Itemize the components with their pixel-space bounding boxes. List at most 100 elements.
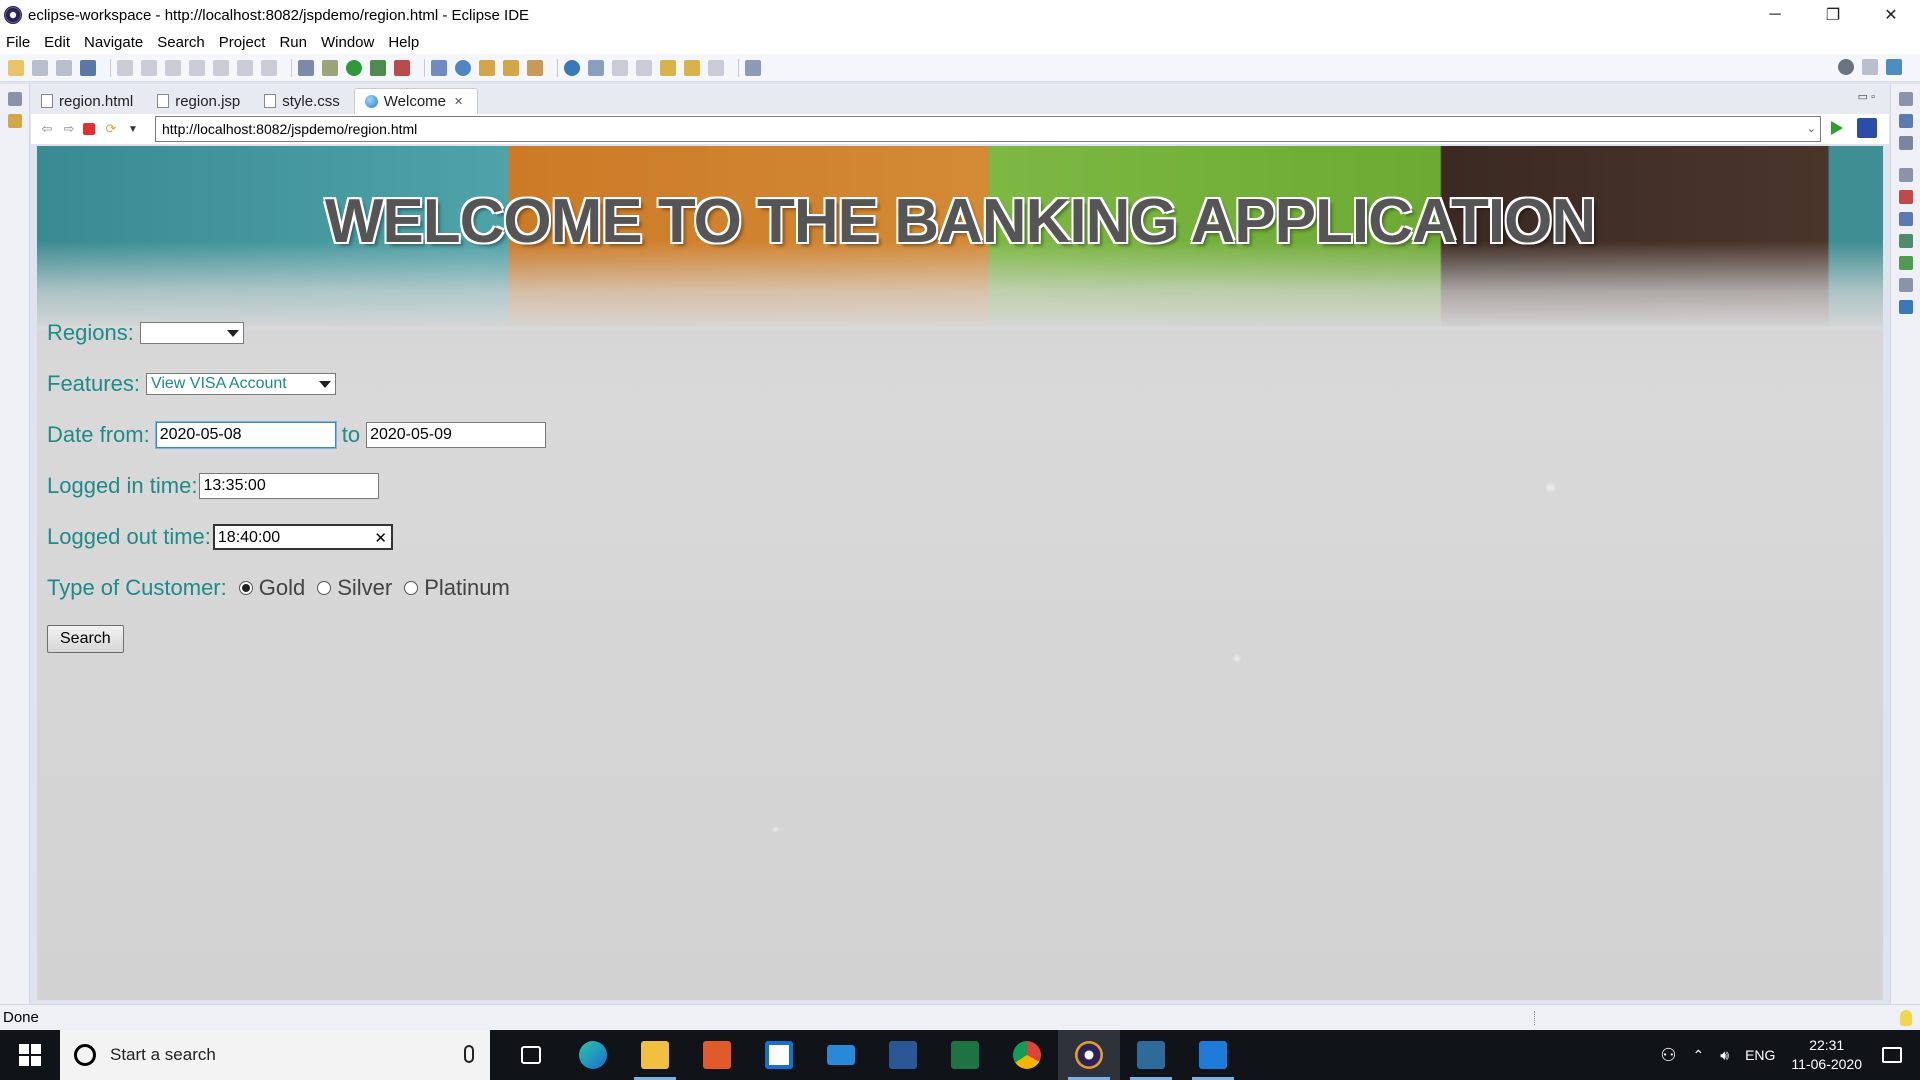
taskbar-search[interactable]: Start a search xyxy=(60,1030,490,1080)
save-icon[interactable] xyxy=(32,59,48,76)
web-browser-icon[interactable] xyxy=(564,59,580,76)
regions-select[interactable] xyxy=(139,322,244,344)
office-button[interactable] xyxy=(686,1030,748,1080)
menu-edit[interactable]: Edit xyxy=(44,34,70,51)
tab-close-icon[interactable]: ✕ xyxy=(454,95,463,108)
project-explorer-icon[interactable] xyxy=(7,114,22,128)
open-resource-icon[interactable] xyxy=(527,59,543,76)
language-indicator[interactable]: ENG xyxy=(1745,1047,1775,1063)
forward-icon[interactable] xyxy=(708,59,724,76)
step-into-icon[interactable] xyxy=(237,59,253,76)
logged-out-time-input[interactable]: 18:40:00 ✕ xyxy=(212,524,393,550)
chrome-button[interactable] xyxy=(996,1030,1058,1080)
minimize-maximize-icon[interactable]: ▭ ▫ xyxy=(1858,90,1875,103)
edge-button[interactable] xyxy=(562,1030,624,1080)
back-icon[interactable] xyxy=(684,59,700,76)
menu-project[interactable]: Project xyxy=(219,34,266,51)
debug-icon[interactable] xyxy=(322,59,338,76)
external-tools-icon[interactable] xyxy=(394,59,410,76)
menu-navigate[interactable]: Navigate xyxy=(84,34,143,51)
menu-run[interactable]: Run xyxy=(279,34,307,51)
tab-welcome[interactable]: Welcome ✕ xyxy=(353,88,479,114)
menu-file[interactable]: File xyxy=(6,34,30,51)
task-list-icon[interactable] xyxy=(1898,136,1913,150)
tab-region-jsp[interactable]: region.jsp xyxy=(147,88,254,114)
forward-arrow-icon[interactable]: ⇨ xyxy=(61,121,77,137)
tab-region-html[interactable]: region.html xyxy=(31,88,147,114)
microphone-icon[interactable] xyxy=(464,1045,474,1063)
save-all-icon[interactable] xyxy=(56,59,72,76)
mysql-workbench-button[interactable] xyxy=(1120,1030,1182,1080)
outline-icon[interactable] xyxy=(1898,114,1913,128)
disconnect-icon[interactable] xyxy=(213,59,229,76)
date-to-input[interactable]: 2020-05-09 xyxy=(366,422,547,448)
open-external-browser-icon[interactable] xyxy=(1857,118,1877,138)
console-icon[interactable] xyxy=(1898,300,1913,314)
restore-icon[interactable] xyxy=(1898,168,1913,182)
coverage-icon[interactable] xyxy=(370,59,386,76)
run-icon[interactable] xyxy=(346,59,362,76)
lightbulb-icon[interactable] xyxy=(1900,1010,1912,1026)
url-input[interactable]: http://localhost:8082/jspdemo/region.htm… xyxy=(155,116,1821,142)
tab-style-css[interactable]: style.css xyxy=(254,88,354,114)
start-button[interactable] xyxy=(0,1030,60,1080)
search-icon[interactable] xyxy=(1838,59,1854,75)
restore-icon[interactable] xyxy=(7,92,22,106)
date-from-input[interactable]: 2020-05-08 xyxy=(155,422,336,448)
open-folder-icon[interactable] xyxy=(503,59,519,76)
menu-search[interactable]: Search xyxy=(157,34,205,51)
chevron-down-icon[interactable]: ▼ xyxy=(125,121,141,137)
terminal-icon[interactable] xyxy=(80,59,96,76)
menu-window[interactable]: Window xyxy=(321,34,374,51)
clock[interactable]: 22:31 11-06-2020 xyxy=(1791,1036,1862,1074)
new-icon[interactable] xyxy=(8,59,24,76)
stop-icon[interactable] xyxy=(83,123,95,135)
word-button[interactable] xyxy=(872,1030,934,1080)
volume-icon[interactable]: 🔊︎ xyxy=(1720,1047,1729,1064)
go-icon[interactable] xyxy=(1831,121,1843,135)
minimize-button[interactable]: ─ xyxy=(1746,0,1804,30)
radio-platinum[interactable] xyxy=(404,581,419,595)
file-explorer-button[interactable] xyxy=(624,1030,686,1080)
chevron-up-icon[interactable]: ⌃ xyxy=(1693,1047,1705,1064)
notification-icon[interactable] xyxy=(1882,1047,1902,1063)
eclipse-button[interactable] xyxy=(1058,1030,1120,1080)
java-ee-perspective-icon[interactable] xyxy=(1886,59,1902,75)
data-source-icon[interactable] xyxy=(1898,256,1913,270)
search-toolbar-icon[interactable] xyxy=(588,59,604,76)
markers-icon[interactable] xyxy=(1898,190,1913,204)
features-select[interactable]: View VISA Account xyxy=(145,373,336,395)
servers-icon[interactable] xyxy=(1898,234,1913,248)
refresh-icon[interactable]: ⟳ xyxy=(103,121,119,137)
radio-silver[interactable] xyxy=(317,581,332,595)
new-class-icon[interactable] xyxy=(455,59,471,76)
skip-breakpoints-icon[interactable] xyxy=(117,59,133,76)
close-button[interactable]: ✕ xyxy=(1862,0,1920,30)
search-button[interactable]: Search xyxy=(47,625,124,653)
maximize-button[interactable]: ❐ xyxy=(1804,0,1862,30)
properties-icon[interactable] xyxy=(1898,212,1913,226)
open-task-icon[interactable] xyxy=(298,59,314,76)
mail-button[interactable] xyxy=(810,1030,872,1080)
restore-icon[interactable] xyxy=(1898,92,1913,106)
clear-icon[interactable]: ✕ xyxy=(374,529,387,547)
menu-help[interactable]: Help xyxy=(388,34,419,51)
logged-in-time-input[interactable]: 13:35:00 xyxy=(199,473,380,499)
open-type-icon[interactable] xyxy=(479,59,495,76)
terminate-icon[interactable] xyxy=(189,59,205,76)
prev-annotation-icon[interactable] xyxy=(636,59,652,76)
open-perspective-icon[interactable] xyxy=(1862,59,1878,75)
step-over-icon[interactable] xyxy=(261,59,277,76)
snippets-icon[interactable] xyxy=(1898,278,1913,292)
new-java-project-icon[interactable] xyxy=(431,59,447,76)
task-view-button[interactable] xyxy=(500,1030,562,1080)
last-edit-icon[interactable] xyxy=(660,59,676,76)
people-icon[interactable]: ⚇ xyxy=(1660,1045,1676,1066)
photos-button[interactable] xyxy=(1182,1030,1244,1080)
pin-editor-icon[interactable] xyxy=(745,59,761,76)
next-annotation-icon[interactable] xyxy=(612,59,628,76)
url-history-icon[interactable]: ⌄ xyxy=(1807,122,1816,135)
back-arrow-icon[interactable]: ⇦ xyxy=(39,121,55,137)
radio-gold[interactable] xyxy=(238,581,253,595)
excel-button[interactable] xyxy=(934,1030,996,1080)
